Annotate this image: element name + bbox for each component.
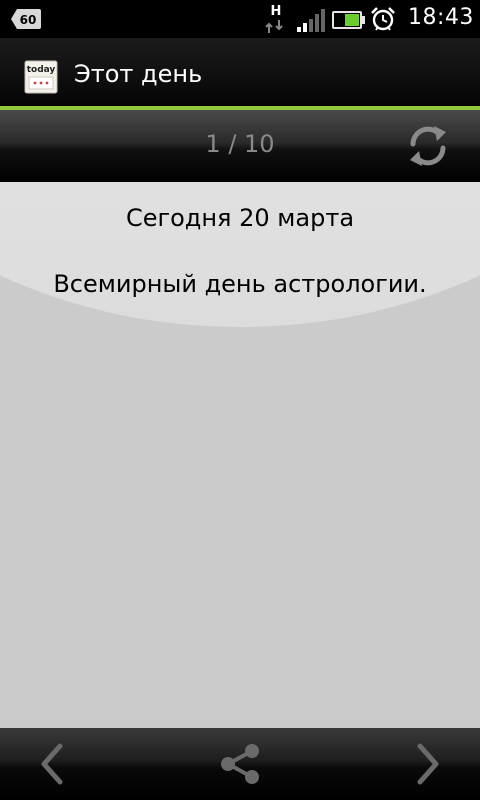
chevron-left-icon: [41, 743, 63, 785]
previous-button[interactable]: [28, 740, 76, 788]
share-button[interactable]: [216, 740, 264, 788]
event-text: Всемирный день астрологии.: [53, 270, 427, 298]
network-type-label: H: [271, 4, 282, 19]
notification-badge-icon: 60: [11, 9, 41, 29]
alarm-icon: [371, 7, 395, 31]
status-time: 18:43: [408, 5, 474, 30]
network-h-icon: H: [265, 4, 283, 33]
page-toolbar: 1 / 10: [0, 110, 480, 182]
bottom-bar: [0, 728, 480, 800]
screen: 60 H 18:43 today Этот день 1 / 10 Сегодн…: [0, 0, 480, 800]
next-button[interactable]: [404, 740, 452, 788]
share-icon: [221, 744, 259, 784]
chevron-right-icon: [417, 743, 439, 785]
app-icon-label: today: [27, 65, 56, 75]
date-heading: Сегодня 20 марта: [125, 204, 355, 232]
app-icon: today: [24, 60, 58, 94]
signal-icon: [297, 9, 325, 32]
notification-badge-count: 60: [20, 13, 37, 27]
refresh-button[interactable]: [404, 122, 452, 170]
battery-icon: [332, 11, 365, 29]
app-title: Этот день: [74, 60, 203, 88]
status-bar: 60 H 18:43: [0, 0, 480, 38]
app-title-bar: today Этот день: [0, 38, 480, 106]
content-area: Сегодня 20 марта Всемирный день астролог…: [0, 182, 480, 728]
refresh-icon: [410, 126, 446, 166]
